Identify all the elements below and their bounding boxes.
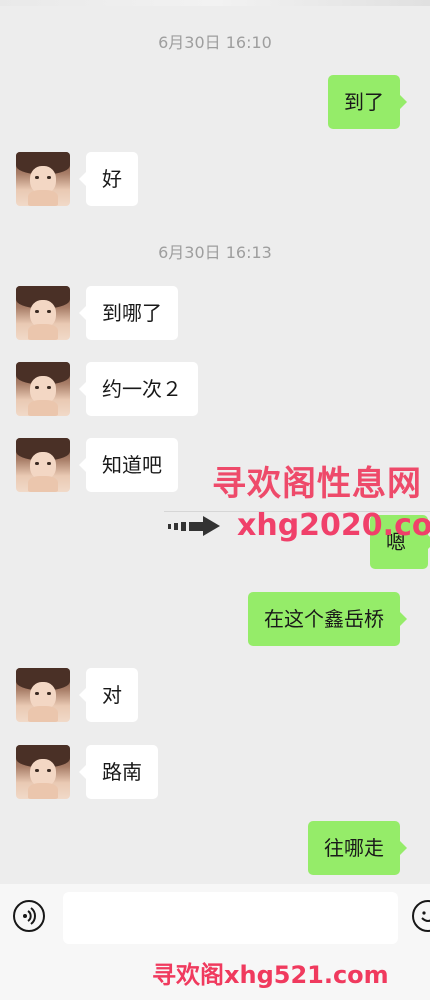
message-bubble-incoming[interactable]: 到哪了 <box>79 286 178 340</box>
avatar[interactable] <box>16 745 70 799</box>
avatar[interactable] <box>16 362 70 416</box>
top-strip <box>0 0 430 6</box>
message-bubble-outgoing[interactable]: 往哪走 <box>308 821 407 875</box>
arrow-icon <box>168 516 220 536</box>
timestamp: 6月30日 16:10 <box>158 33 272 52</box>
avatar[interactable] <box>16 286 70 340</box>
message-bubble-incoming[interactable]: 约一次２ <box>79 362 198 416</box>
smiley-face-icon <box>421 911 430 922</box>
message-bubble-outgoing[interactable]: 在这个鑫岳桥 <box>248 592 407 646</box>
message-bubble-incoming[interactable]: 知道吧 <box>79 438 178 492</box>
message-input[interactable] <box>63 892 398 944</box>
voice-icon[interactable] <box>13 900 45 932</box>
message-bubble-incoming[interactable]: 对 <box>79 668 138 722</box>
watermark-bottom: 寻欢阁xhg521.com <box>152 961 389 989</box>
emoji-icon[interactable] <box>412 900 430 932</box>
watermark-title: 寻欢阁性息网 <box>212 464 422 504</box>
voice-wave-icon <box>23 907 36 925</box>
message-bubble-incoming[interactable]: 好 <box>79 152 138 206</box>
avatar[interactable] <box>16 438 70 492</box>
timestamp: 6月30日 16:13 <box>158 243 272 262</box>
chat-area[interactable]: 6月30日 16:10 到了 好 6月30日 16:13 到哪了 约一次２ 知道… <box>0 0 430 884</box>
message-bubble-incoming[interactable]: 路南 <box>79 745 158 799</box>
message-bubble-outgoing[interactable]: 到了 <box>328 75 407 129</box>
watermark-url: xhg2020.com <box>237 508 430 543</box>
avatar[interactable] <box>16 152 70 206</box>
avatar[interactable] <box>16 668 70 722</box>
